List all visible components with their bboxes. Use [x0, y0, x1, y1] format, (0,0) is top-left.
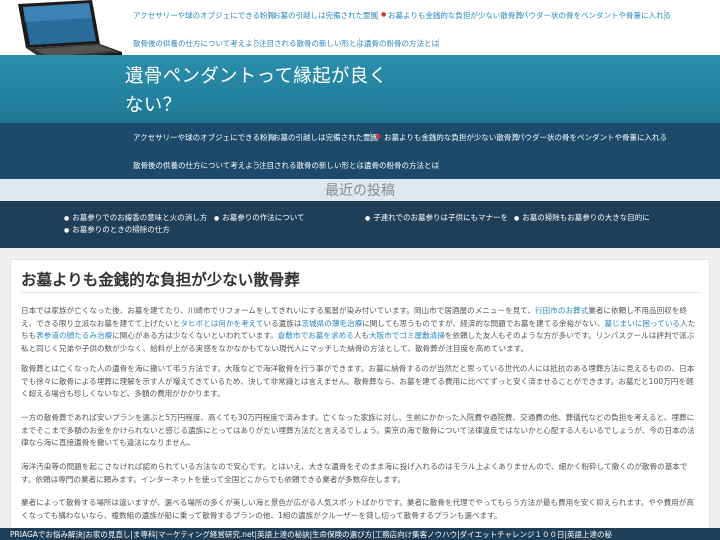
nav-separator	[359, 160, 360, 170]
nav-separator	[512, 132, 513, 142]
inline-link[interactable]: 表参道の顔たるみ治療	[36, 331, 112, 340]
top-navigation: アクセサリーや球のオブジェにできる粉骨 お墓の引越しは完備された霊園 ● お墓よ…	[0, 0, 720, 62]
article-paragraph-4: 海洋汚染等の問題を起こさなければ認められている方法なので安心です。とはいえ、大き…	[21, 462, 688, 484]
footer-links[interactable]: PRIAGAでお悩み解決|お家の見直し|ま専科|マーケティング経営研究.net|…	[10, 529, 612, 540]
bullet-icon: ●	[365, 215, 371, 222]
paragraph-text: 日本では家族が亡くなった後、お墓を建てたり、川崎市でリフォームをしてきれいにする…	[21, 306, 536, 315]
nav-separator	[359, 38, 360, 48]
inline-link[interactable]: 墓じまいに困っている	[604, 319, 680, 328]
inline-link[interactable]: 行田市のお葬式	[535, 306, 588, 315]
paragraph-text: に関心がある方は少なくないといわれています。	[112, 331, 278, 341]
recent-post-item[interactable]: ● お墓参りでのお線香の意味と火の消し方	[64, 212, 207, 223]
recent-post-item[interactable]: ● 子連れでのお墓参りは子供にもマナーを	[365, 212, 508, 223]
main-nav-item-5[interactable]: 散骨後の供養の仕方について考えよう	[133, 160, 260, 171]
recent-post-item[interactable]: ● お墓の掃除もお墓参りの大きな目的に	[514, 212, 650, 223]
inline-link[interactable]: タヒボとは何かを考えて	[180, 319, 263, 328]
top-nav-item-6[interactable]: 注目される散骨の新しい形とは	[259, 38, 364, 49]
nav-separator	[254, 38, 255, 48]
top-nav-item-1[interactable]: アクセサリーや球のオブジェにできる粉骨	[133, 10, 275, 21]
main-nav-item-6[interactable]: 注目される散骨の新しい形とは	[259, 160, 364, 171]
recent-post-label: お墓参りの作法について	[222, 213, 305, 222]
article-paragraph-2: 散骨葬とは亡くなった人の遺骨を海に撒いて弔う方法です。大阪などで海洋散骨を行う事…	[21, 364, 695, 399]
article-paragraph-5: 業者によって散骨する場所は違いますが、選べる場所の多くが美しい海と景色が広がる人…	[21, 498, 694, 520]
nav-separator	[268, 132, 269, 142]
bullet-icon: ●	[214, 215, 220, 222]
top-nav-item-4[interactable]: パウダー状の骨をペンダントや骨董に入れる	[521, 10, 671, 21]
main-nav-item-3[interactable]: お墓よりも金銭的な負担が少ない散骨葬	[384, 132, 519, 143]
paragraph-text: いる遺族は	[263, 318, 302, 328]
bullet-icon: ●	[64, 215, 70, 222]
recent-posts-heading: 最近の投稿	[325, 183, 395, 199]
main-navigation: アクセサリーや球のオブジェにできる粉骨 お墓の引越しは完備された霊園 ● お墓よ…	[0, 123, 720, 179]
recent-post-label: お墓参りのときの掃除の仕方	[72, 225, 170, 234]
nav-separator	[438, 160, 439, 170]
recent-post-label: お墓参りでのお線香の意味と火の消し方	[72, 213, 208, 222]
bullet-icon: ●	[376, 133, 382, 140]
nav-separator	[254, 160, 255, 170]
top-nav-item-2[interactable]: お墓の引越しは完備された霊園	[273, 10, 378, 21]
top-nav-item-3[interactable]: お墓よりも金銭的な負担が少ない散骨葬	[388, 10, 523, 21]
bullet-icon: ●	[381, 11, 387, 18]
article-paragraph-1: 日本では家族が亡くなった後、お墓を建てたり、川崎市でリフォームをしてきれいにする…	[21, 305, 701, 356]
nav-separator	[377, 10, 378, 20]
main-nav-item-1[interactable]: アクセサリーや球のオブジェにできる粉骨	[133, 132, 275, 143]
nav-separator	[370, 132, 371, 142]
article-title: お墓よりも金銭的な負担が少ない散骨葬	[21, 271, 300, 289]
main-nav-item-2[interactable]: お墓の引越しは完備された霊園	[273, 132, 378, 143]
site-title[interactable]: 遺骨ペンダントって縁起が良くない？	[125, 62, 395, 120]
nav-separator	[516, 10, 517, 20]
inline-link[interactable]: 大阪市でゴミ屋敷清掃	[369, 331, 445, 340]
laptop-logo	[18, 0, 122, 62]
article-paragraph-3: 一方の散骨葬であれば安いプランを選ぶと5万円程度、高くても30万円程度で済みます…	[21, 413, 695, 448]
paragraph-text: 人も	[353, 331, 369, 341]
recent-post-label: お墓の掃除もお墓参りの大きな目的に	[522, 213, 650, 222]
recent-post-item[interactable]: ● お墓参りの作法について	[214, 212, 305, 223]
paragraph-text: に関しても思うものですが、経済的な問題でお墓を建てる余裕がない、	[362, 318, 605, 328]
bullet-icon: ●	[514, 215, 520, 222]
nav-separator	[438, 38, 439, 48]
article-card: お墓よりも金銭的な負担が少ない散骨葬 日本では家族が亡くなった後、お墓を建てたり…	[10, 259, 710, 540]
top-nav-item-5[interactable]: 散骨後の供養の仕方について考えよう	[133, 38, 260, 49]
nav-separator	[662, 132, 663, 142]
inline-link[interactable]: 倉敷市でお墓を求める	[278, 331, 354, 340]
nav-separator	[664, 10, 665, 20]
nav-separator	[268, 10, 269, 20]
title-divider	[21, 292, 701, 293]
main-nav-item-4[interactable]: パウダー状の骨をペンダントや骨董に入れる	[517, 132, 667, 143]
recent-posts-list: ● お墓参りでのお線香の意味と火の消し方 ● お墓参りの作法について ● 子連れでのお…	[0, 201, 720, 248]
inline-link[interactable]: 茨城県の薄毛治療	[301, 319, 362, 328]
recent-post-label: 子連れでのお墓参りは子供にもマナーを	[373, 213, 509, 222]
top-nav-item-7[interactable]: 遺骨の粉骨の方法とは	[364, 38, 439, 49]
recent-post-item[interactable]: ● お墓参りのときの掃除の仕方	[64, 224, 170, 235]
main-nav-item-7[interactable]: 遺骨の粉骨の方法とは	[364, 160, 439, 171]
bullet-icon: ●	[64, 227, 70, 234]
